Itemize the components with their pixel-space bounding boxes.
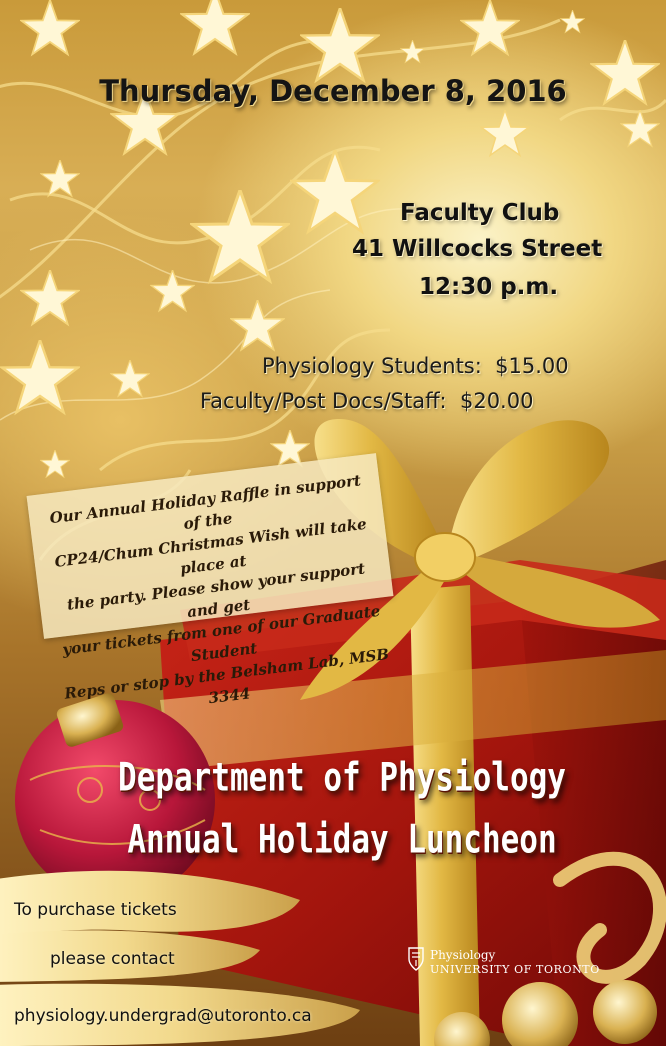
university-logo: Physiology UNIVERSITY OF TORONTO <box>408 945 600 981</box>
event-date: Thursday, December 8, 2016 <box>99 74 567 108</box>
logo-university: UNIVERSITY OF TORONTO <box>430 963 600 976</box>
holiday-luncheon-poster: Thursday, December 8, 2016 Faculty Club … <box>0 0 666 1046</box>
contact-line1: To purchase tickets <box>14 900 177 920</box>
event-title-line1: Department of Physiology <box>118 755 566 801</box>
price-faculty: Faculty/Post Docs/Staff: $20.00 <box>200 389 534 413</box>
crest-icon <box>408 947 424 971</box>
raffle-text: Our Annual Holiday Raffle in support of … <box>48 471 390 708</box>
venue-address: 41 Willcocks Street <box>352 236 603 262</box>
price-students: Physiology Students: $15.00 <box>262 354 569 378</box>
event-title-line2: Annual Holiday Luncheon <box>127 817 557 863</box>
venue-name: Faculty Club <box>400 200 560 226</box>
event-time: 12:30 p.m. <box>419 274 559 300</box>
logo-department: Physiology <box>430 948 496 962</box>
contact-email[interactable]: physiology.undergrad@utoronto.ca <box>14 1006 312 1026</box>
contact-line2: please contact <box>50 949 175 969</box>
